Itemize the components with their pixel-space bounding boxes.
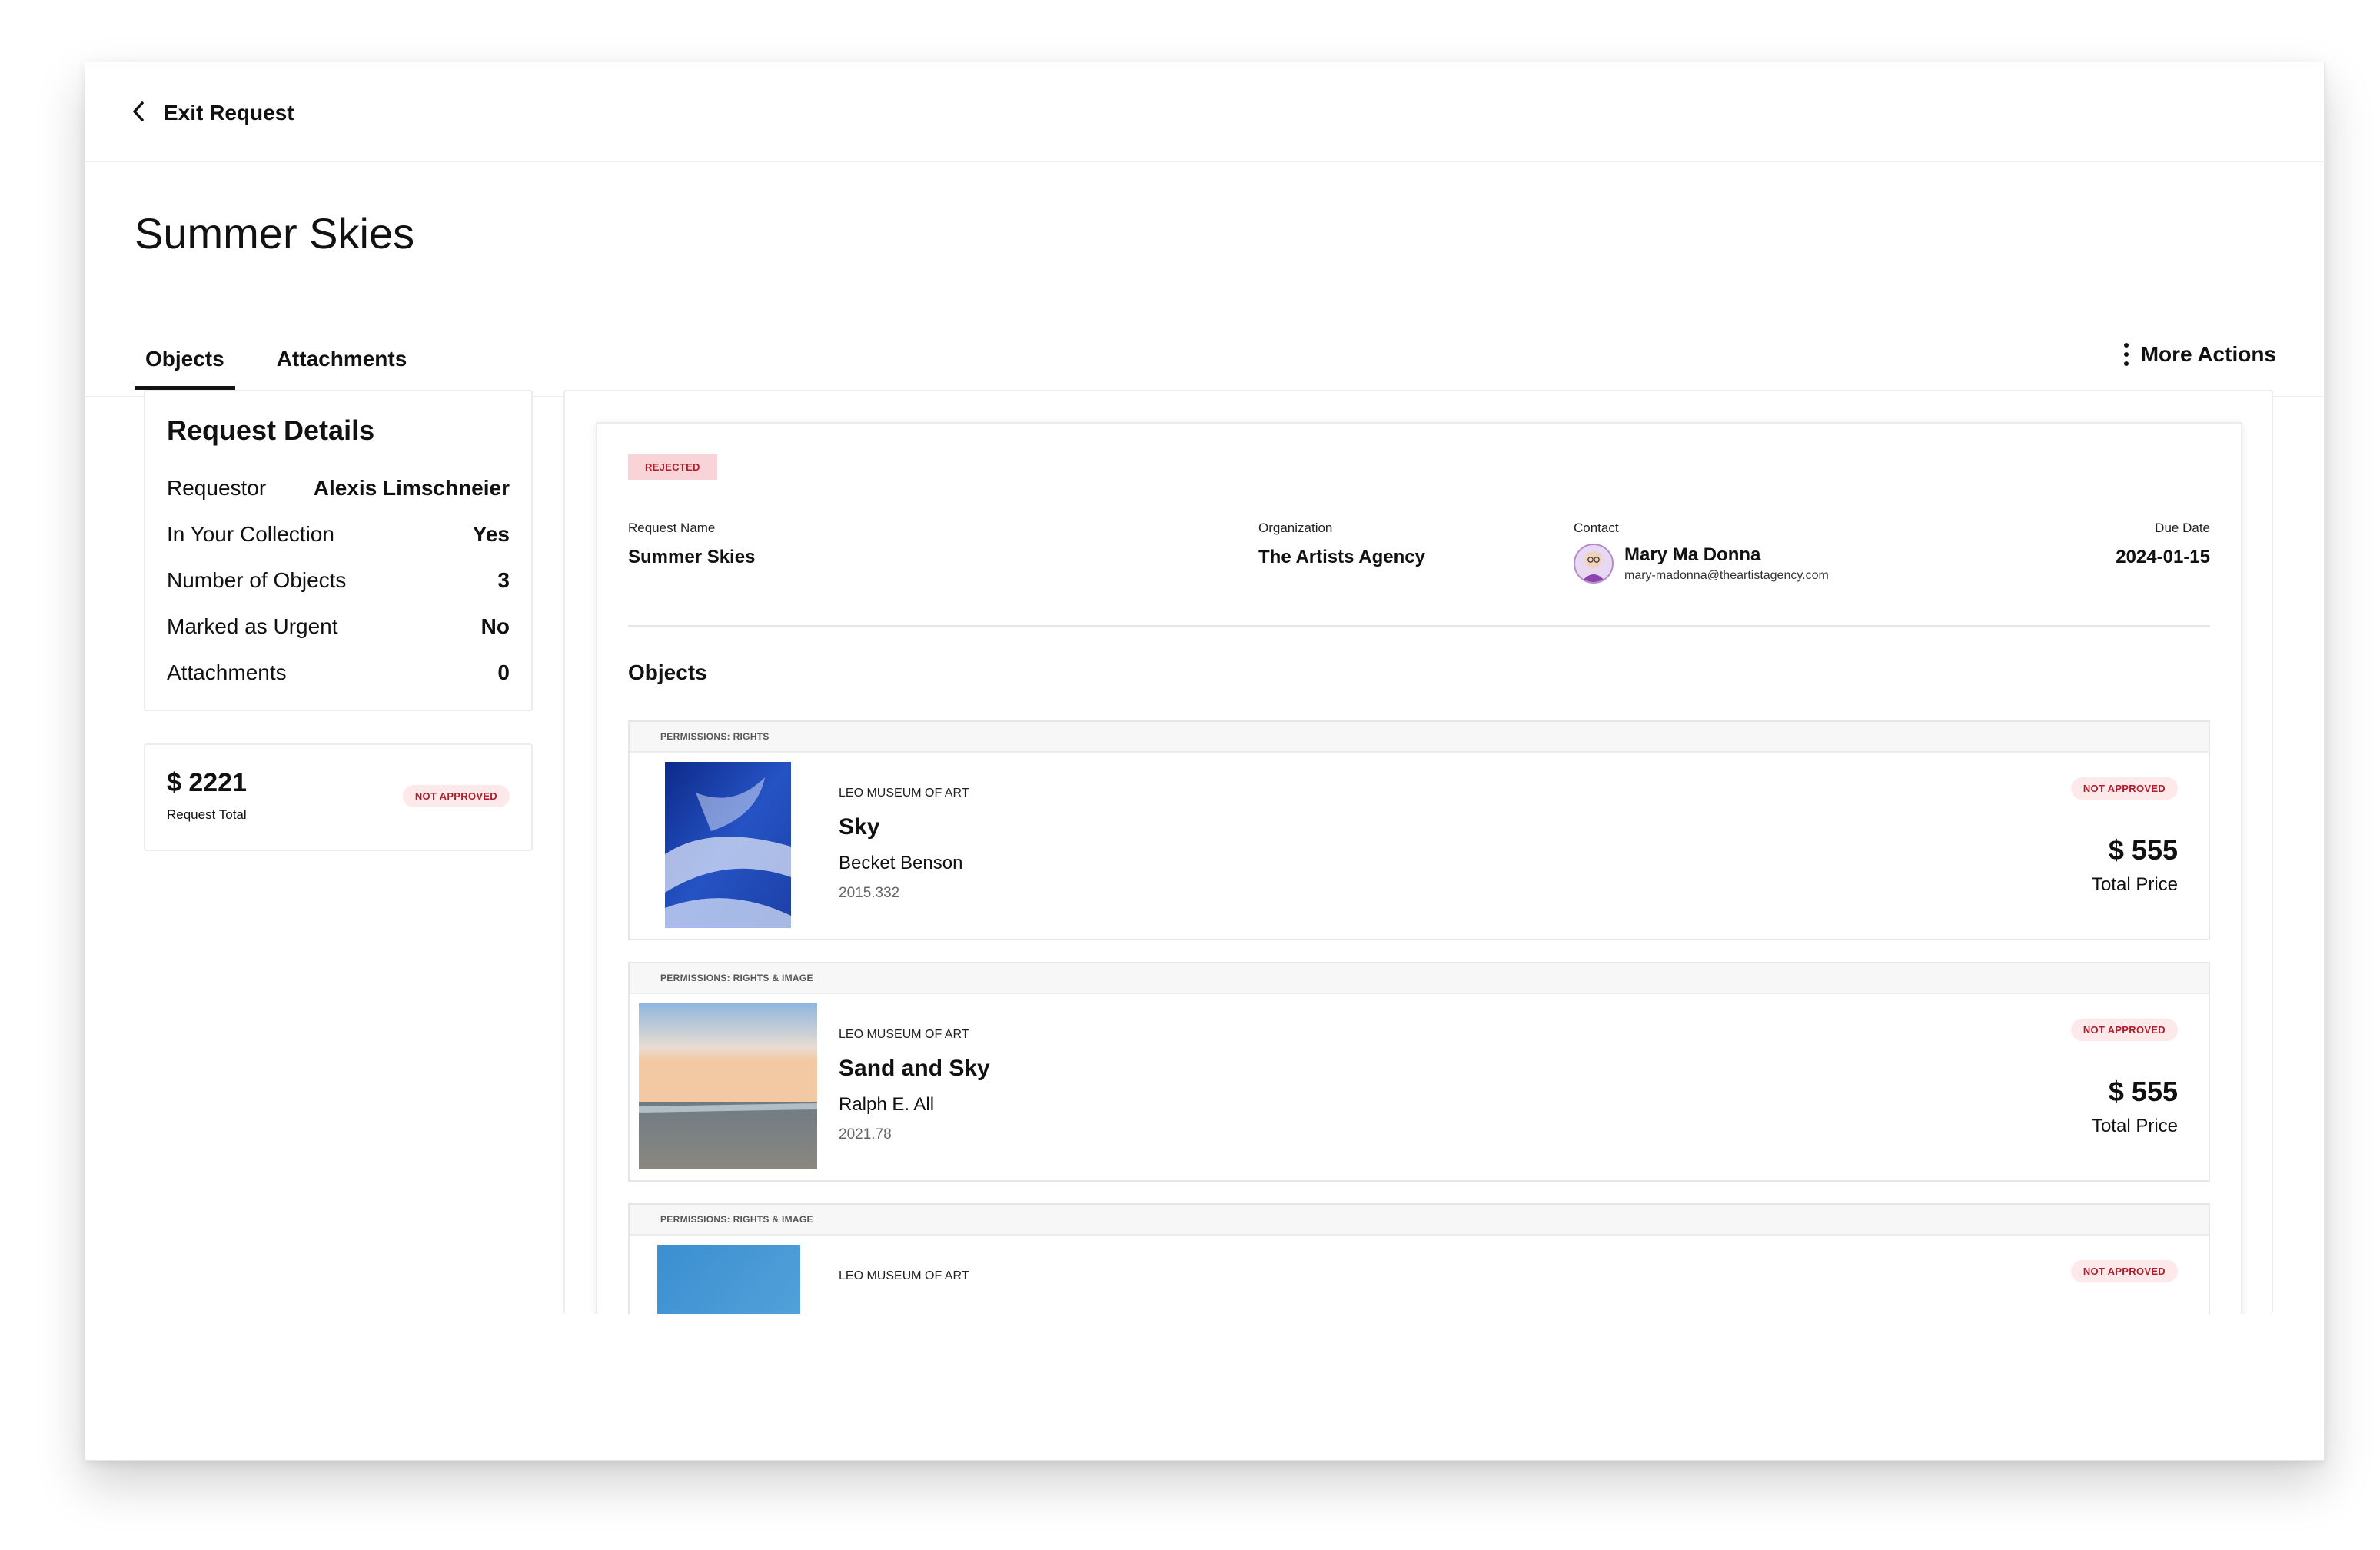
status-badge: NOT APPROVED [402, 785, 510, 807]
object-artist: Ralph E. All [839, 1094, 935, 1115]
tab-objects[interactable]: Objects [135, 328, 235, 390]
price-label: Total Price [2091, 1116, 2178, 1136]
object-thumbnail [657, 1245, 800, 1314]
detail-label: Requestor [167, 476, 267, 500]
meta-label: Organization [1258, 521, 1333, 535]
request-total-label: Request Total [167, 807, 247, 822]
permissions-label: PERMISSIONS: RIGHTS & IMAGE [630, 1205, 2209, 1236]
rejected-badge: REJECTED [628, 454, 717, 480]
detail-row-number-of-objects: Number of Objects 3 [167, 557, 510, 604]
object-card-sky[interactable]: PERMISSIONS: RIGHTS LEO MUSEUM OF ART Sk… [628, 720, 2210, 940]
object-accession: 2021.78 [839, 1126, 892, 1143]
object-accession: 2015.332 [839, 885, 900, 901]
avatar [1574, 544, 1614, 584]
detail-row-requestor: Requestor Alexis Limschneier [167, 465, 510, 511]
detail-row-in-collection: In Your Collection Yes [167, 511, 510, 557]
object-artist: Becket Benson [839, 853, 963, 873]
page-title: Summer Skies [135, 209, 415, 258]
more-actions-label: More Actions [2140, 342, 2276, 366]
object-card-sand-and-sky[interactable]: PERMISSIONS: RIGHTS & IMAGE LEO MUSEUM O… [628, 962, 2210, 1182]
top-bar: Exit Request [85, 62, 2324, 162]
object-museum: LEO MUSEUM OF ART [839, 1028, 969, 1041]
object-thumbnail [639, 1003, 817, 1169]
price-label: Total Price [2091, 874, 2178, 895]
section-divider [628, 625, 2210, 627]
permissions-label: PERMISSIONS: RIGHTS [630, 722, 2209, 753]
tab-bar: Objects Attachments [135, 328, 418, 390]
meta-value: The Artists Agency [1258, 547, 1425, 567]
object-title: Sky [839, 814, 880, 840]
detail-label: In Your Collection [167, 522, 334, 546]
detail-row-attachments: Attachments 0 [167, 650, 510, 696]
meta-organization: Organization The Artists Agency [1258, 521, 1425, 568]
request-summary-card: REJECTED Request Name Summer Skies Organ… [596, 422, 2242, 1314]
permissions-label: PERMISSIONS: RIGHTS & IMAGE [630, 963, 2209, 994]
detail-row-urgent: Marked as Urgent No [167, 604, 510, 650]
request-details-card: Request Details Requestor Alexis Limschn… [144, 390, 533, 711]
chevron-left-icon [131, 101, 145, 126]
meta-label: Due Date [2155, 521, 2210, 535]
detail-label: Marked as Urgent [167, 614, 338, 638]
detail-value: No [480, 614, 510, 638]
exit-request-button[interactable]: Exit Request [131, 98, 294, 128]
detail-label: Attachments [167, 660, 287, 684]
meta-value: Summer Skies [628, 547, 756, 567]
object-price: $ 555 Total Price [2092, 834, 2178, 896]
object-title: Sand and Sky [839, 1056, 990, 1081]
price-value: $ 555 [2108, 834, 2178, 866]
meta-label: Contact [1574, 521, 1619, 535]
status-badge: NOT APPROVED [2070, 1260, 2178, 1282]
meta-label: Request Name [628, 521, 716, 535]
request-details-heading: Request Details [167, 414, 375, 446]
detail-label: Number of Objects [167, 568, 347, 592]
object-price: $ 555 Total Price [2092, 1076, 2178, 1137]
objects-heading: Objects [628, 660, 707, 684]
status-badge: NOT APPROVED [2070, 777, 2178, 800]
object-museum: LEO MUSEUM OF ART [839, 1269, 969, 1282]
detail-value: Alexis Limschneier [313, 476, 510, 500]
object-card-third[interactable]: PERMISSIONS: RIGHTS & IMAGE LEO MUSEUM O… [628, 1203, 2210, 1314]
meta-due-date: Due Date 2024-01-15 [2116, 521, 2210, 568]
kebab-icon [2123, 343, 2129, 366]
detail-value: 3 [497, 568, 510, 592]
contact-name: Mary Ma Donna [1624, 544, 1761, 565]
tab-attachments[interactable]: Attachments [266, 328, 418, 388]
detail-value: 0 [497, 660, 510, 684]
meta-contact: Contact Mary Ma Donna mary-madonna@thear… [1574, 521, 1829, 584]
more-actions-button[interactable]: More Actions [2123, 342, 2276, 367]
price-value: $ 555 [2108, 1076, 2178, 1107]
exit-request-label: Exit Request [164, 101, 294, 125]
detail-value: Yes [472, 522, 510, 546]
object-museum: LEO MUSEUM OF ART [839, 787, 969, 800]
meta-value: 2024-01-15 [2116, 547, 2210, 567]
request-main-panel: REJECTED Request Name Summer Skies Organ… [563, 390, 2273, 1314]
app-window: Exit Request Summer Skies Objects Attach… [85, 62, 2325, 1461]
contact-email[interactable]: mary-madonna@theartistagency.com [1624, 569, 1829, 583]
status-badge: NOT APPROVED [2070, 1019, 2178, 1041]
object-thumbnail [665, 762, 791, 928]
meta-request-name: Request Name Summer Skies [628, 521, 755, 568]
request-total-card: $ 2221 Request Total NOT APPROVED [144, 743, 533, 851]
